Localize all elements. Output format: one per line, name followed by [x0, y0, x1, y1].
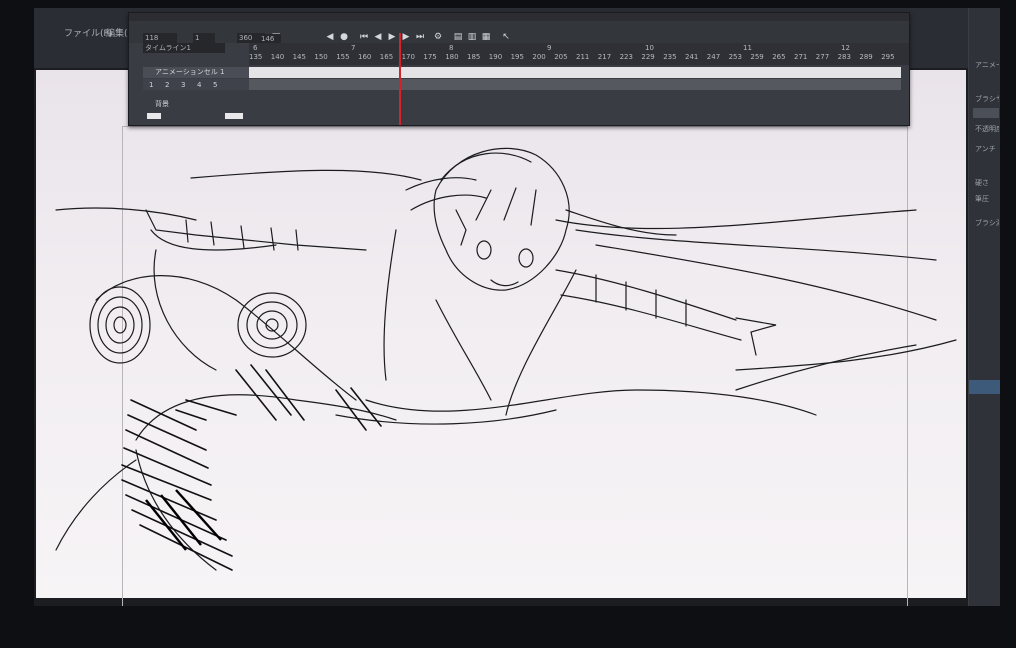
first-frame-icon[interactable]: ⏮ [359, 32, 369, 42]
panel-tab[interactable]: アニメーション [975, 60, 999, 72]
ruler-tick: 150 [314, 53, 328, 61]
ruler-tick: 195 [510, 53, 524, 61]
ruler-tick: 180 [445, 53, 459, 61]
ruler-second-mark: 12 [841, 44, 850, 52]
cel-label[interactable]: 1 [149, 81, 153, 89]
cel-spec-icon[interactable]: ▦ [481, 32, 491, 42]
ruler-tick: 247 [706, 53, 721, 61]
frame-field-step[interactable]: 1 [193, 33, 215, 43]
ruler-tick: 190 [488, 53, 503, 61]
selected-layer-highlight[interactable] [969, 380, 1000, 394]
ruler-tick: 295 [881, 53, 895, 61]
drawing-canvas[interactable] [36, 70, 966, 606]
ruler-tick: 140 [270, 53, 285, 61]
timeline-toolbar: 118 1 360 ▣ ◀ ● ⏮ ◀ ▶ ▶ ⏭ ⚙ ▤ ▥ ▦ ↖ [129, 21, 909, 43]
frame-track-cells[interactable] [249, 79, 901, 90]
timeline-ruler[interactable]: 135 140 145 150 155 160 165 170 175 180 185 190 195 2… [249, 43, 909, 65]
ruler-tick: 265 [772, 53, 786, 61]
duplicate-cel-icon[interactable]: ▥ [467, 32, 477, 42]
ruler-second-mark: 7 [351, 44, 356, 52]
ruler-tick: 223 [619, 53, 633, 61]
cel-label[interactable]: 2 [165, 81, 169, 89]
hardness-label: 硬さ [975, 179, 989, 187]
timeline-name-dropdown[interactable]: タイムライン1 [143, 43, 225, 53]
ruler-second-mark: 9 [547, 44, 552, 52]
ruler-tick: 175 [423, 53, 437, 61]
ruler-tick: 253 [728, 53, 742, 61]
ruler-tick: 165 [379, 53, 394, 61]
menu-file[interactable]: ファイル(F) [64, 26, 112, 39]
ruler-second-mark: 10 [645, 44, 654, 52]
ruler-tick: 217 [597, 53, 612, 61]
antialias-label: アンチ [975, 145, 996, 153]
cel-swatch-2 [225, 113, 243, 119]
ruler-tick: 211 [576, 53, 590, 61]
opacity-label: 不透明度 [975, 125, 999, 133]
layer-folder[interactable]: 背景 [143, 99, 215, 110]
cel-label[interactable]: 5 [213, 81, 217, 89]
ruler-tick: 205 [554, 53, 568, 61]
new-cel-icon[interactable]: ▤ [453, 32, 463, 42]
ruler-tick: 160 [358, 53, 372, 61]
cel-swatch-1 [147, 113, 161, 119]
ruler-tick: 277 [815, 53, 830, 61]
ruler-second-mark: 6 [253, 44, 258, 52]
next-frame-icon[interactable]: ▶ [401, 32, 411, 42]
timeline-panel: 118 1 360 ▣ ◀ ● ⏮ ◀ ▶ ▶ ⏭ ⚙ ▤ ▥ ▦ ↖ タイムラ… [128, 12, 910, 126]
sketch-drawing [55, 147, 957, 571]
rewind-icon[interactable]: ◀ [325, 32, 335, 42]
playhead[interactable] [399, 33, 401, 125]
ruler-tick: 235 [663, 53, 677, 61]
ruler-tick: 185 [467, 53, 481, 61]
prev-frame-icon[interactable]: ◀ [373, 32, 383, 42]
brush-size-label: ブラシサイズ [975, 95, 999, 103]
frame-track-cel[interactable] [249, 67, 901, 78]
cel-label[interactable]: 4 [197, 81, 201, 89]
brush-density-label: ブラシ濃度 [975, 219, 999, 227]
ruler-tick: 145 [292, 53, 306, 61]
record-icon[interactable]: ● [339, 32, 349, 42]
ruler-tick: 271 [794, 53, 808, 61]
brush-size-field[interactable] [973, 108, 999, 118]
ruler-second-mark: 8 [449, 44, 454, 52]
ruler-tick: 135 [249, 53, 263, 61]
timeline-title-bar[interactable] [129, 13, 909, 21]
layer-animation-cel[interactable]: アニメーションセル 1 [143, 67, 255, 78]
pointer-icon[interactable]: ↖ [501, 32, 511, 42]
cel-label[interactable]: 3 [181, 81, 185, 89]
pressure-label: 筆圧 [975, 195, 989, 203]
ruler-tick: 283 [837, 53, 851, 61]
ruler-tick: 229 [641, 53, 655, 61]
last-frame-icon[interactable]: ⏭ [415, 32, 425, 42]
frame-field-start[interactable]: 118 [143, 33, 177, 43]
ruler-tick: 289 [859, 53, 873, 61]
play-icon[interactable]: ▶ [387, 32, 397, 42]
ruler-second-mark: 11 [743, 44, 752, 52]
ruler-tick: 155 [336, 53, 350, 61]
ruler-tick: 241 [685, 53, 699, 61]
ruler-tick: 259 [750, 53, 764, 61]
ruler-tick: 200 [532, 53, 546, 61]
ruler-tick: 170 [401, 53, 415, 61]
gear-icon[interactable]: ⚙ [433, 32, 443, 42]
right-tool-panel: アニメーション ブラシサイズ 不透明度 アンチ 硬さ 筆圧 ブラシ濃度 [968, 8, 1000, 606]
